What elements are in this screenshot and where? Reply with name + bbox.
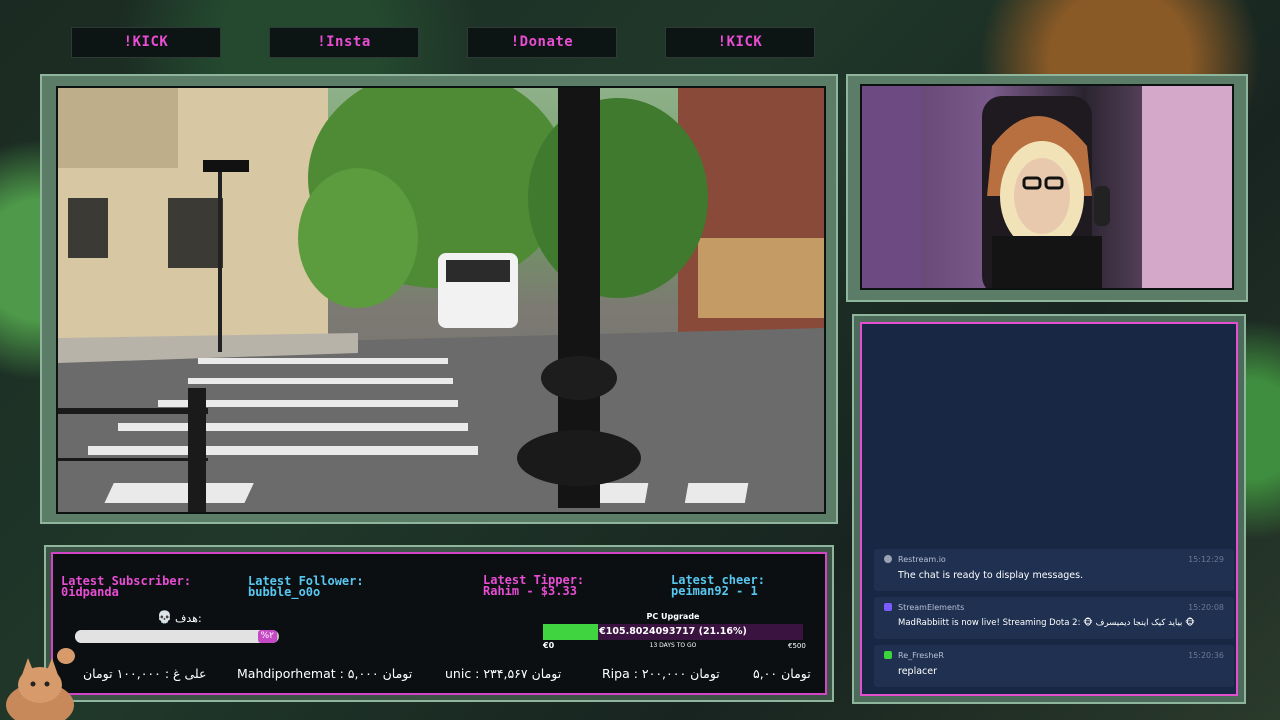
streamer-cam — [862, 86, 1232, 288]
goal-progress-bar: %۲ — [75, 630, 279, 643]
chat-message: Restream.io 15:12:29 The chat is ready t… — [874, 549, 1234, 591]
pc-goal-days: 13 DAYS TO GO — [649, 642, 697, 649]
pc-goal-bar: €105.8024093717 (21.16%) — [543, 624, 803, 640]
latest-tipper-value: Rahim - $3.33 — [483, 584, 577, 598]
latest-cheer-value: peiman92 - 1 — [671, 584, 758, 598]
street-scene — [58, 88, 824, 512]
chat-timestamp: 15:20:08 — [1188, 603, 1224, 612]
cat-sticker-icon — [6, 648, 75, 720]
main-video-frame — [40, 74, 838, 524]
webcam-frame — [846, 74, 1248, 302]
ticker-item: Ripa : ۲۰۰,۰۰۰ تومان — [602, 666, 720, 681]
chat-frame: Restream.io 15:12:29 The chat is ready t… — [852, 314, 1246, 704]
ticker-item: ۵,۰۰ تومان — [753, 666, 811, 681]
chat-message: StreamElements 15:20:08 MadRabbiitt is n… — [874, 597, 1234, 639]
chat-username: Re_FresheR — [898, 651, 944, 660]
chat-image-placeholder: replacer — [898, 666, 938, 677]
chat-username: StreamElements — [898, 603, 965, 612]
chat-text: MadRabbiitt is now live! Streaming Dota … — [898, 618, 1195, 628]
stats-frame: Latest Subscriber: 0idpanda Latest Follo… — [44, 545, 834, 702]
goal-progress-fill — [75, 630, 265, 643]
webcam-feed — [860, 84, 1234, 290]
ticker-item: علی غ : ۱۰۰,۰۰۰ تومان — [83, 666, 207, 681]
streamelements-icon — [884, 603, 892, 611]
donate-command-button[interactable]: !Donate — [467, 27, 617, 58]
kick-icon — [884, 651, 892, 659]
pc-goal-max: €500 — [788, 642, 806, 650]
kick-command-button-2[interactable]: !KICK — [665, 27, 815, 58]
goal-percent: %۲ — [257, 630, 277, 643]
chat-timestamp: 15:20:36 — [1188, 651, 1224, 660]
chat-timestamp: 15:12:29 — [1188, 555, 1224, 564]
latest-subscriber-value: 0idpanda — [61, 585, 119, 599]
goal-label: هدف: — [175, 612, 202, 625]
pc-goal-title: PC Upgrade — [646, 612, 700, 621]
insta-command-button[interactable]: !Insta — [269, 27, 419, 58]
donation-ticker: علی غ : ۱۰۰,۰۰۰ تومان Mahdiporhemat : ۵,… — [83, 666, 813, 686]
ticker-item: Mahdiporhemat : ۵,۰۰۰ تومان — [237, 666, 413, 681]
chat-username: Restream.io — [898, 555, 946, 564]
skull-icon: 💀 — [157, 610, 172, 624]
chat-message: Re_FresheR 15:20:36 replacer — [874, 645, 1234, 687]
ticker-item: unic : ۲۳۴,۵۶۷ تومان — [445, 666, 562, 681]
kick-command-button[interactable]: !KICK — [71, 27, 221, 58]
chat-panel[interactable]: Restream.io 15:12:29 The chat is ready t… — [860, 322, 1238, 696]
main-video[interactable] — [56, 86, 826, 514]
pc-goal-amount: €105.8024093717 (21.16%) — [599, 626, 747, 637]
latest-follower-value: bubble_o0o — [248, 585, 321, 599]
stats-panel: Latest Subscriber: 0idpanda Latest Follo… — [51, 552, 827, 695]
chat-text: The chat is ready to display messages. — [898, 570, 1084, 581]
restream-icon — [884, 555, 892, 563]
